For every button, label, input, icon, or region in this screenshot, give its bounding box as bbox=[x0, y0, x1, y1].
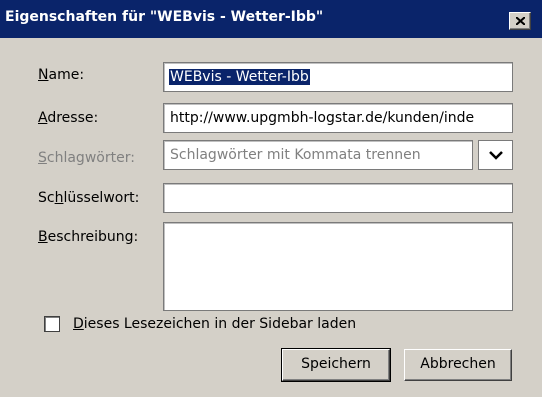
name-value: WEBvis - Wetter-Ibb bbox=[169, 69, 310, 85]
tags-dropdown-button[interactable] bbox=[478, 140, 513, 170]
address-input[interactable]: http://www.upgmbh-logstar.de/kunden/inde bbox=[163, 103, 513, 133]
tags-label: Schlagwörter: bbox=[38, 150, 135, 166]
close-icon bbox=[516, 17, 525, 25]
name-input[interactable]: WEBvis - Wetter-Ibb bbox=[163, 62, 513, 92]
keyword-input[interactable] bbox=[163, 183, 513, 213]
name-label: Name: bbox=[38, 67, 85, 83]
sidebar-checkbox[interactable] bbox=[44, 316, 60, 332]
description-label: Beschreibung: bbox=[38, 229, 139, 245]
keyword-label: Schlüsselwort: bbox=[38, 190, 140, 206]
sidebar-checkbox-label[interactable]: Dieses Lesezeichen in der Sidebar laden bbox=[73, 316, 356, 332]
window-title: Eigenschaften für "WEBvis - Wetter-Ibb" bbox=[5, 9, 324, 25]
tags-placeholder: Schlagwörter mit Kommata trennen bbox=[170, 147, 421, 163]
bookmark-properties-dialog: Eigenschaften für "WEBvis - Wetter-Ibb" … bbox=[0, 0, 542, 397]
title-bar[interactable]: Eigenschaften für "WEBvis - Wetter-Ibb" bbox=[0, 0, 542, 38]
save-button[interactable]: Speichern bbox=[281, 348, 391, 382]
chevron-down-icon bbox=[489, 151, 503, 160]
close-button[interactable] bbox=[509, 12, 531, 30]
address-value: http://www.upgmbh-logstar.de/kunden/inde bbox=[170, 110, 475, 126]
cancel-button[interactable]: Abbrechen bbox=[404, 349, 512, 381]
tags-input[interactable]: Schlagwörter mit Kommata trennen bbox=[163, 140, 473, 170]
description-textarea[interactable] bbox=[163, 222, 513, 311]
address-label: Adresse: bbox=[38, 110, 99, 126]
